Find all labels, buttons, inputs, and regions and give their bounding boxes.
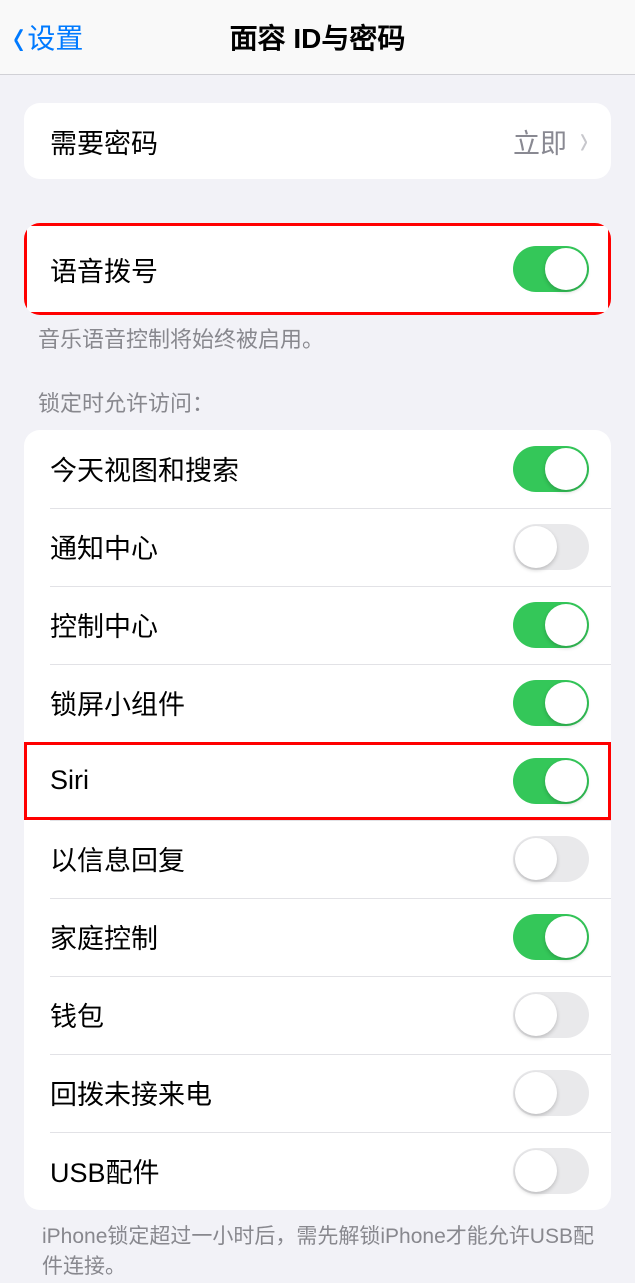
lock-access-row[interactable]: 家庭控制 bbox=[24, 898, 611, 976]
voice-dial-toggle[interactable] bbox=[513, 246, 589, 292]
voice-dial-label: 语音拨号 bbox=[50, 250, 513, 289]
lock-access-row[interactable]: 回拨未接来电 bbox=[24, 1054, 611, 1132]
lock-access-label: 通知中心 bbox=[50, 527, 513, 566]
lock-access-toggle[interactable] bbox=[513, 524, 589, 570]
lock-access-row[interactable]: 控制中心 bbox=[24, 586, 611, 664]
lock-access-toggle[interactable] bbox=[513, 1070, 589, 1116]
lock-access-toggle[interactable] bbox=[513, 446, 589, 492]
require-passcode-label: 需要密码 bbox=[50, 122, 513, 161]
lock-access-row[interactable]: 锁屏小组件 bbox=[24, 664, 611, 742]
lock-access-label: 以信息回复 bbox=[50, 839, 513, 878]
lock-access-toggle[interactable] bbox=[513, 758, 589, 804]
lock-access-row[interactable]: USB配件 bbox=[24, 1132, 611, 1210]
back-label: 设置 bbox=[27, 17, 83, 57]
lock-access-label: Siri bbox=[50, 765, 513, 796]
lock-access-label: 锁屏小组件 bbox=[50, 683, 513, 722]
lock-access-row[interactable]: 以信息回复 bbox=[24, 820, 611, 898]
page-title: 面容 ID与密码 bbox=[230, 17, 406, 57]
lock-access-toggle[interactable] bbox=[513, 992, 589, 1038]
voice-dial-row[interactable]: 语音拨号 bbox=[24, 223, 611, 315]
lock-access-toggle[interactable] bbox=[513, 602, 589, 648]
lock-access-label: 控制中心 bbox=[50, 605, 513, 644]
require-passcode-row[interactable]: 需要密码 立即 › bbox=[24, 103, 611, 179]
chevron-left-icon: ‹ bbox=[13, 6, 24, 69]
lock-access-label: USB配件 bbox=[50, 1151, 513, 1190]
lock-access-toggle[interactable] bbox=[513, 914, 589, 960]
header-bar: ‹ 设置 面容 ID与密码 bbox=[0, 0, 635, 75]
lock-access-row[interactable]: Siri bbox=[24, 742, 611, 820]
require-passcode-value: 立即 bbox=[513, 122, 567, 161]
lock-access-toggle[interactable] bbox=[513, 1148, 589, 1194]
lock-access-row[interactable]: 今天视图和搜索 bbox=[24, 430, 611, 508]
voice-dial-hint: 音乐语音控制将始终被启用。 bbox=[38, 325, 611, 356]
lock-access-label: 家庭控制 bbox=[50, 917, 513, 956]
lock-access-header: 锁定时允许访问： bbox=[38, 386, 611, 418]
lock-access-row[interactable]: 通知中心 bbox=[24, 508, 611, 586]
back-button[interactable]: ‹ 设置 bbox=[0, 15, 83, 60]
lock-access-row[interactable]: 钱包 bbox=[24, 976, 611, 1054]
lock-access-label: 钱包 bbox=[50, 995, 513, 1034]
voice-dial-group: 语音拨号 bbox=[24, 223, 611, 315]
chevron-right-icon: › bbox=[580, 117, 588, 165]
usb-footer-hint: iPhone锁定超过一小时后，需先解锁iPhone才能允许USB配件连接。 bbox=[42, 1222, 611, 1283]
lock-access-label: 回拨未接来电 bbox=[50, 1073, 513, 1112]
lock-access-label: 今天视图和搜索 bbox=[50, 449, 513, 488]
passcode-group: 需要密码 立即 › bbox=[24, 103, 611, 179]
lock-access-group: 今天视图和搜索通知中心控制中心锁屏小组件 Siri 以信息回复家庭控制钱包回拨未接来… bbox=[24, 430, 611, 1210]
lock-access-toggle[interactable] bbox=[513, 836, 589, 882]
lock-access-toggle[interactable] bbox=[513, 680, 589, 726]
